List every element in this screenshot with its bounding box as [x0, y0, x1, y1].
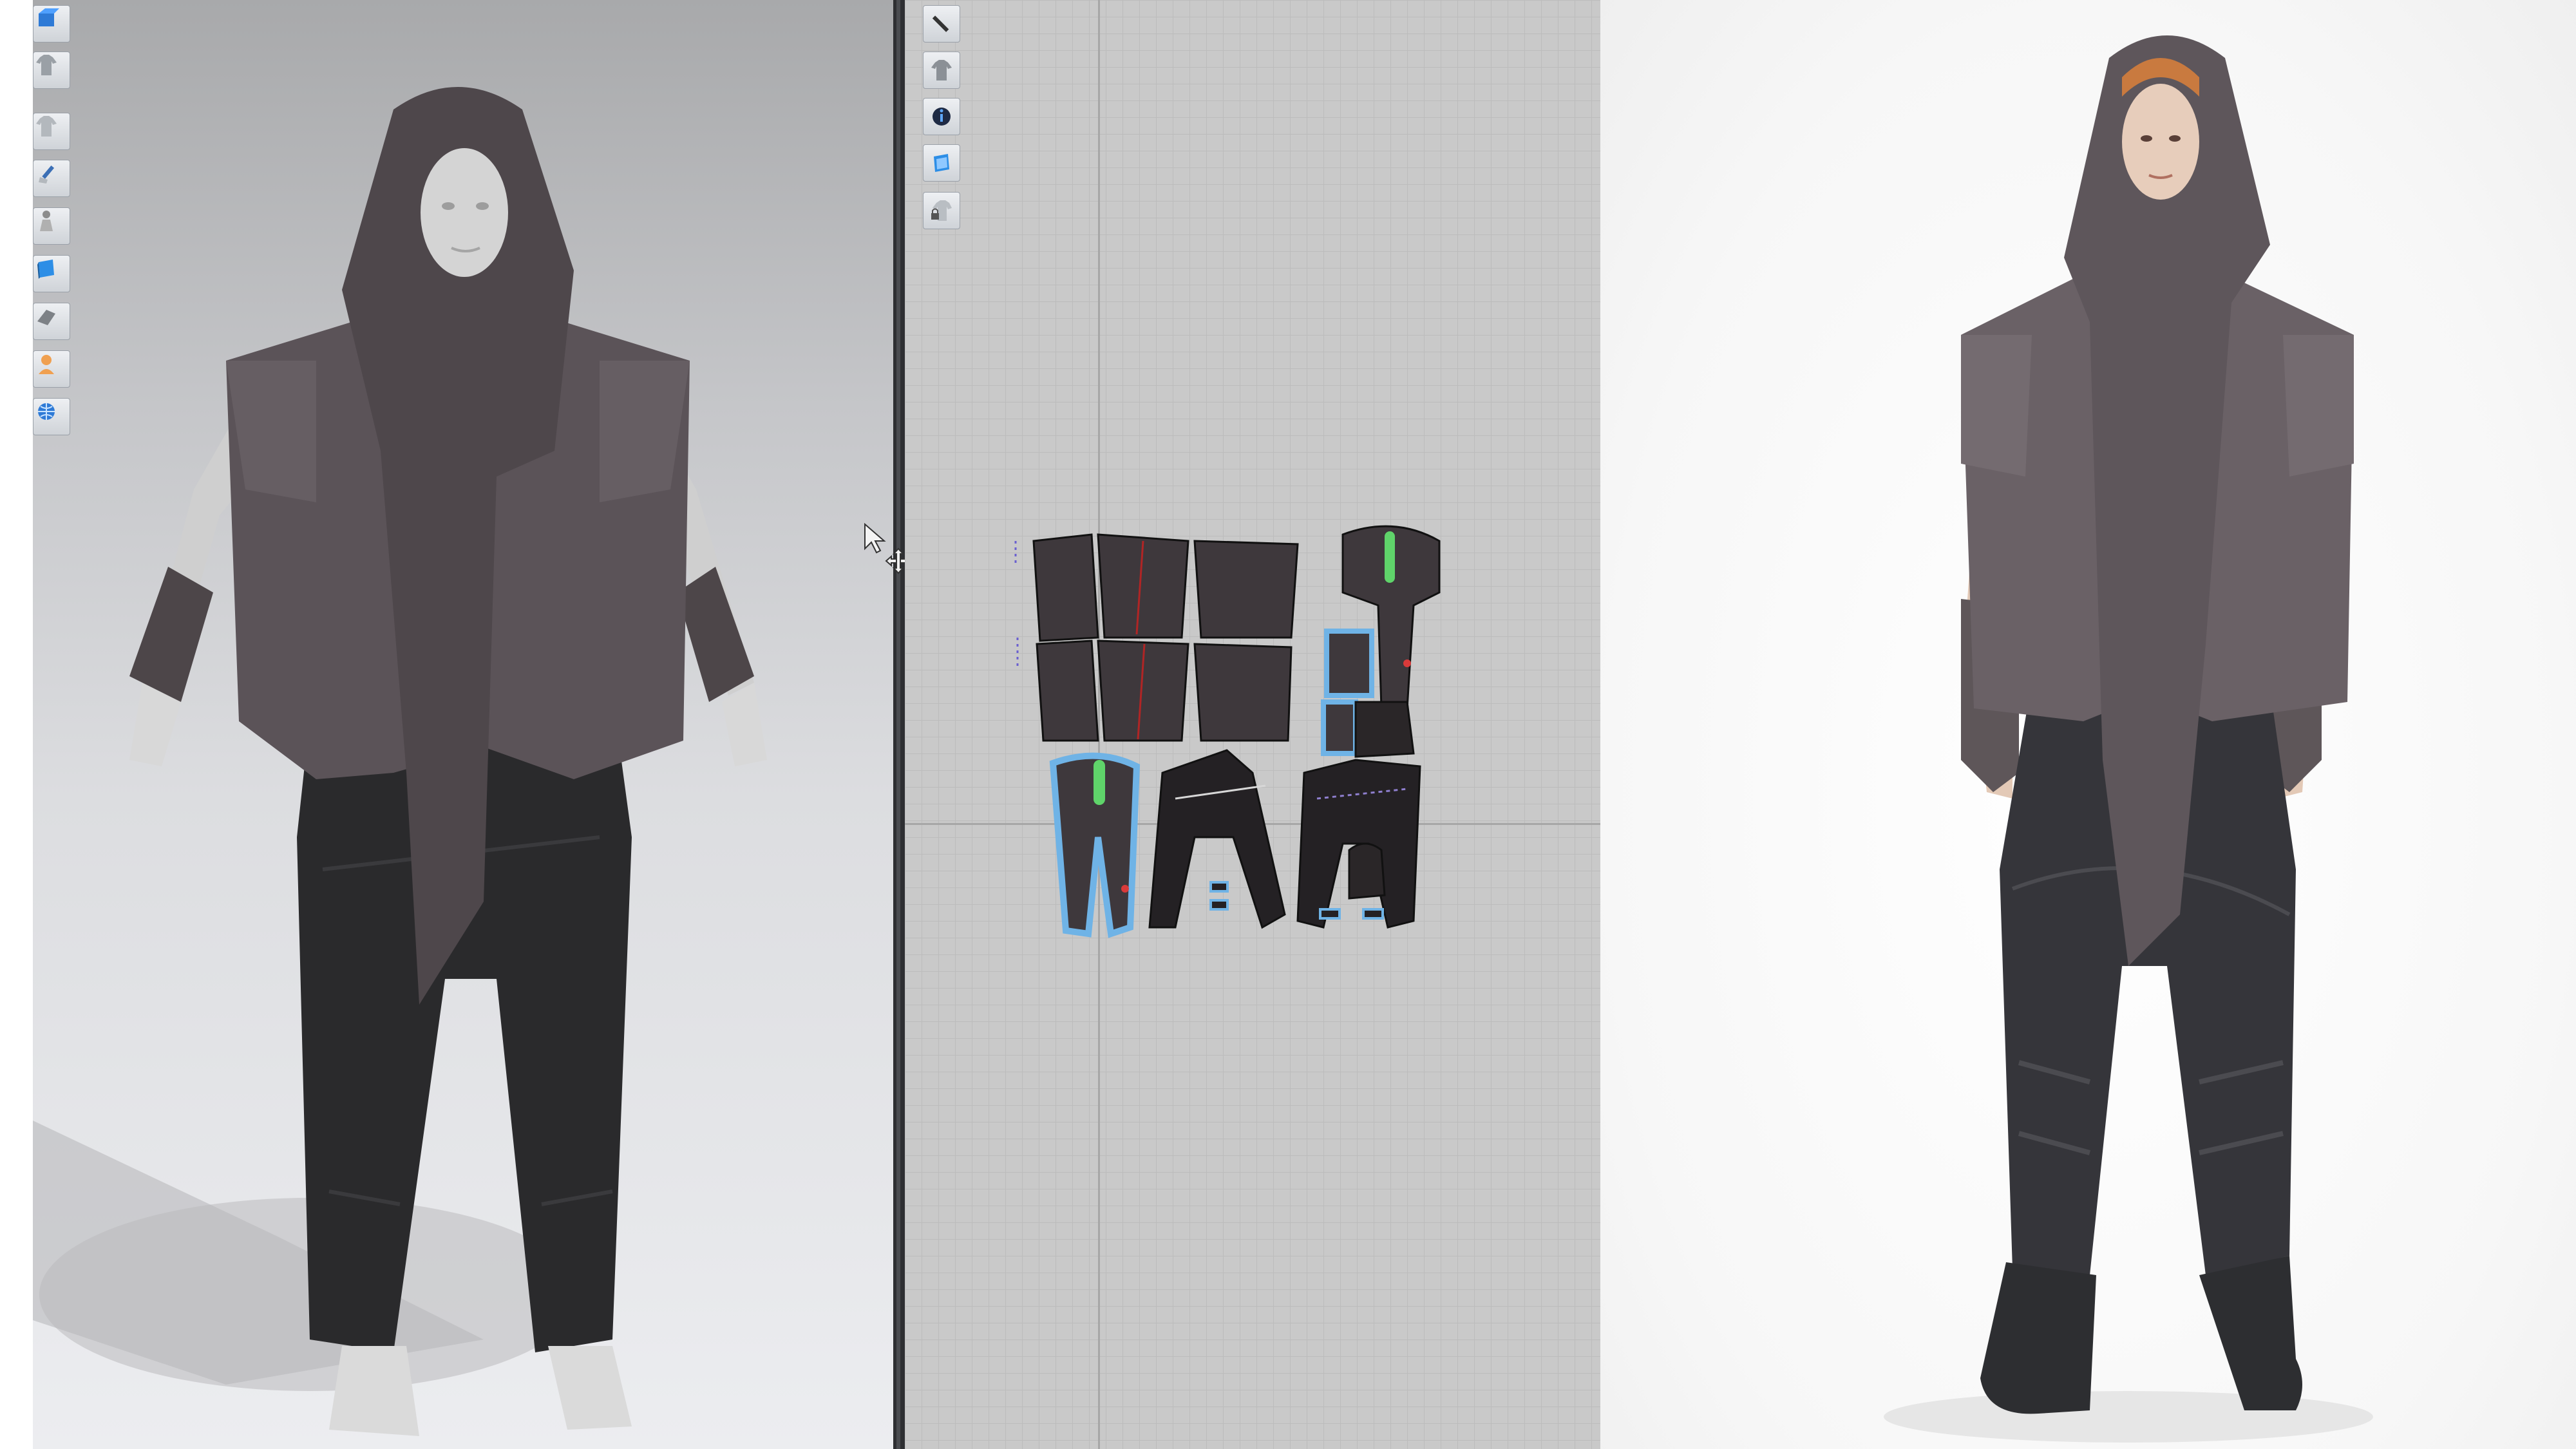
right-boot: [2199, 1256, 2302, 1410]
left-wrist-warmer: [129, 567, 213, 702]
pattern-piece: [1032, 533, 1099, 642]
render-preview-panel: [1600, 0, 2576, 1449]
display-avatar-icon[interactable]: [33, 5, 70, 43]
pattern-piece: [1036, 639, 1099, 742]
globe-environment-icon[interactable]: [33, 398, 70, 435]
right-wrist-warmer: [677, 567, 754, 702]
left-foot: [329, 1346, 419, 1436]
display-garment-icon[interactable]: [33, 52, 70, 89]
rendered-model: [1884, 35, 2373, 1443]
avatar-3d-scene: [33, 87, 767, 1436]
vest-left-sleeve: [1961, 335, 2032, 477]
splitter-handle: [896, 0, 900, 1449]
pattern-pieces-layout: [1014, 525, 1441, 938]
viewport-3d[interactable]: [33, 0, 893, 1449]
pattern-piece: [1193, 643, 1293, 742]
viewport-2d-pattern[interactable]: [905, 0, 1600, 1449]
texture-book-icon[interactable]: [33, 255, 70, 292]
avatar-face: [421, 148, 508, 277]
simulation-brush-icon[interactable]: [33, 160, 70, 197]
vest-right-sleeve: [2283, 335, 2354, 477]
model-face: [2122, 84, 2199, 200]
avatar-skin-icon[interactable]: [33, 350, 70, 388]
right-foot: [548, 1346, 632, 1430]
avatar-figure-icon[interactable]: [33, 207, 70, 245]
pattern-piece: [1193, 540, 1299, 639]
fabric-layer-icon[interactable]: [33, 303, 70, 340]
pattern-piece-selected: [1324, 629, 1374, 698]
garment-shirt-icon[interactable]: [33, 113, 70, 150]
left-boot: [1980, 1262, 2096, 1414]
seam-highlight: [1385, 531, 1395, 583]
pattern-piece-selected: [1321, 699, 1358, 756]
